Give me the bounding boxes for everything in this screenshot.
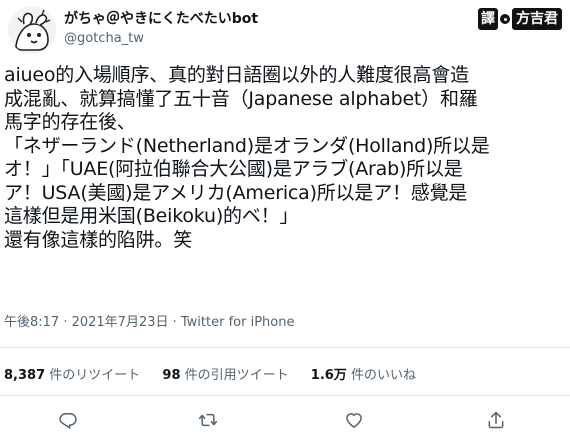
like-button[interactable] (342, 408, 366, 432)
avatar-illustration (8, 6, 56, 54)
divider (0, 395, 570, 396)
translator-watermark: 譯 方吉君 (478, 6, 562, 32)
tweet-timestamp[interactable]: 午後8:17 · 2021年7月23日 · Twitter for iPhone (4, 311, 294, 330)
display-name[interactable]: がちゃ＠やきにくたべたいbot (64, 8, 258, 28)
tweet-text-line: ア！USA(美國)是アメリカ(America)所以是ア！感覺是 (4, 181, 468, 204)
like-count-label: 件のいいね (346, 368, 416, 383)
tweet-text-line: オ！」「UAE(阿拉伯聯合大公國)是アラブ(Arab)所以是 (4, 158, 463, 180)
tweet-text-line: 這樣但是用米国(Beikoku)的ベ！」 (4, 205, 299, 227)
watermark-mark: 譯 (478, 8, 498, 30)
quote-count-value: 98 (162, 368, 181, 383)
divider (0, 347, 570, 348)
retweet-button[interactable] (196, 408, 220, 432)
tweet-text-line: 成混亂、就算搞懂了五十音（Japanese alphabet）和羅 (4, 87, 478, 110)
tweet-actions (0, 406, 570, 434)
tweet-header: がちゃ＠やきにくたべたいbot @gotcha_tw 譯 方吉君 (0, 0, 570, 62)
watermark-name: 方吉君 (512, 8, 562, 30)
retweet-count-label: 件のリツイート (45, 368, 141, 383)
like-count[interactable]: 1.6万 件のいいね (311, 364, 416, 383)
user-handle[interactable]: @gotcha_tw (64, 31, 144, 46)
tweet-stats: 8,387 件のリツイート 98 件の引用ツイート 1.6万 件のいいね (4, 364, 434, 383)
retweet-icon (198, 413, 218, 427)
reply-icon (59, 413, 77, 429)
reply-button[interactable] (56, 408, 80, 432)
retweet-count-value: 8,387 (4, 368, 46, 383)
retweet-count[interactable]: 8,387 件のリツイート (4, 364, 140, 383)
tweet-text: aiueo的入場順序、真的對日語圈以外的人難度很高會造 成混亂、就算搞懂了五十音… (4, 64, 566, 252)
share-button[interactable] (484, 408, 508, 432)
like-count-value: 1.6万 (310, 368, 347, 383)
share-icon (488, 411, 504, 429)
quote-count[interactable]: 98 件の引用ツイート (162, 364, 288, 383)
heart-icon (346, 413, 362, 428)
watermark-dot-icon (500, 14, 510, 24)
tweet-text-line: aiueo的入場順序、真的對日語圈以外的人難度很高會造 (4, 64, 469, 86)
tweet-text-line: 馬字的存在後、 (4, 111, 136, 133)
avatar[interactable] (8, 6, 56, 54)
quote-count-label: 件の引用ツイート (180, 368, 289, 383)
tweet-text-line: 還有像這樣的陷阱。笑 (4, 228, 193, 251)
tweet-text-line: 「ネザーランド(Netherland)是オランダ(Holland)所以是 (4, 134, 490, 157)
